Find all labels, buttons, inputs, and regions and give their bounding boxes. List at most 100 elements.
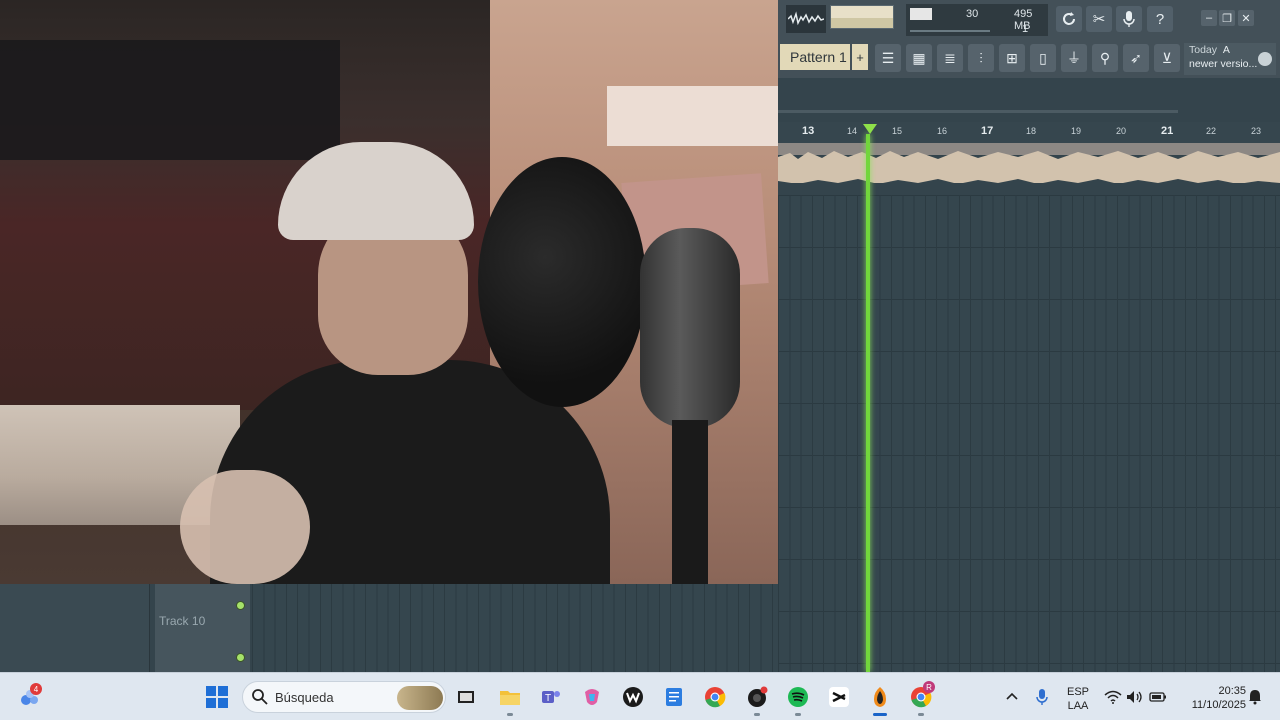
cpu-line [910,30,990,32]
timeline-ruler[interactable]: 13 14 15 16 17 18 19 20 21 22 23 [778,122,1280,144]
game-app-icon[interactable] [745,685,769,709]
battery-icon[interactable] [1146,685,1170,709]
ruler-tick: 14 [847,126,858,136]
search-placeholder: Búsqueda [275,690,334,705]
microphone-tray-icon[interactable] [1030,685,1054,709]
pattern-label: Pattern 1 [790,49,847,65]
track-lane[interactable] [252,584,778,672]
webcam-feed [0,0,778,584]
ruler-tick: 22 [1206,126,1217,136]
webcam-microphone [640,228,740,428]
notepad-icon[interactable] [662,685,686,709]
playlist-area[interactable]: 13 14 15 16 17 18 19 20 21 22 23 [778,78,1280,672]
mixer-icon[interactable]: ⫶ [968,44,994,72]
start-icon[interactable] [205,685,229,709]
ruler-tick: 16 [937,126,948,136]
globe-icon[interactable] [1258,52,1272,66]
webcam-person-hand [180,470,310,584]
memory-value: 495 MB [1014,8,1033,32]
cpu-memory-monitor: 30 495 MB 1 [906,4,1048,36]
master-volume[interactable] [830,5,894,29]
file-explorer-icon[interactable] [498,685,522,709]
screen: 30 495 MB 1 ✂ ? – ❐ ✕ Pattern 1 + ☰ ▦ ≣ … [0,0,1280,720]
chrome-profile-icon[interactable]: R [909,681,935,709]
ruler-tick: 17 [981,125,994,137]
spotify-icon[interactable] [786,685,810,709]
cpu-value: 30 [966,8,979,20]
notification-bell-icon[interactable] [1243,685,1267,709]
plugin-icon[interactable]: ⏚ [1061,44,1087,72]
file-icon[interactable]: ▯ [1030,44,1056,72]
ruler-tick: 18 [1026,126,1037,136]
track-picker-panel[interactable] [0,584,150,672]
browser-icon[interactable]: ⊞ [999,44,1025,72]
running-indicator [507,713,513,716]
fl-toolbar-row-1: 30 495 MB 1 ✂ ? – ❐ ✕ [778,0,1280,40]
refresh-icon[interactable] [1056,6,1082,32]
svg-text:T: T [545,693,551,704]
close-icon[interactable]: ✕ [1238,10,1254,26]
ruler-tick: 21 [1161,125,1174,137]
horizontal-scrollbar[interactable] [778,110,1178,113]
clock[interactable]: 20:35 11/10/2025 [1176,684,1246,712]
track-select-led[interactable] [236,653,245,662]
audio-clip-waveform[interactable] [778,151,1280,195]
track-strip: Track 10 [0,584,778,672]
language-top: ESP [1066,686,1089,698]
webcam-light [607,86,778,146]
profile-badge: R [923,681,935,693]
news-flag: A [1222,44,1230,56]
widgets-icon[interactable]: 4 [18,683,42,709]
search-box[interactable]: Búsqueda [242,681,446,713]
fl-studio-icon[interactable] [868,685,892,709]
task-view-icon[interactable] [454,685,478,709]
restore-icon[interactable]: ❐ [1219,10,1235,26]
active-app-indicator [873,713,887,716]
playhead-line[interactable] [866,134,870,672]
playlist-icon[interactable]: ☰ [875,44,901,72]
chevron-up-icon[interactable] [1000,685,1024,709]
piano-roll-icon[interactable]: ▦ [906,44,932,72]
language-indicator[interactable]: ESP LAA [1064,685,1092,713]
running-indicator [918,713,924,716]
track-label: Track 10 [159,614,206,628]
add-pattern-button[interactable]: + [852,44,868,70]
cut-icon[interactable]: ✂ [1086,6,1112,32]
language-bottom: LAA [1067,700,1089,712]
fl-toolbar: 30 495 MB 1 ✂ ? – ❐ ✕ Pattern 1 + ☰ ▦ ≣ … [778,0,1280,78]
minimize-icon[interactable]: – [1201,10,1217,26]
wavelab-icon[interactable] [621,685,645,709]
cart-icon[interactable]: ⊻ [1154,44,1180,72]
ruler-tick: 23 [1251,126,1262,136]
running-indicator [754,713,760,716]
clock-date: 11/10/2025 [1191,699,1246,711]
track-mute-led[interactable] [236,601,245,610]
channel-rack-icon[interactable]: ≣ [937,44,963,72]
track-header[interactable]: Track 10 [155,584,250,672]
running-indicator [795,713,801,716]
person-icon[interactable]: ⚲ [1092,44,1118,72]
search-icon [252,689,268,705]
chrome-icon[interactable] [703,685,727,709]
ruler-tick: 20 [1116,126,1127,136]
teams-icon[interactable]: T [539,685,563,709]
mic-icon[interactable] [1116,6,1142,32]
oscilloscope [786,5,826,33]
webcam-window [0,40,340,160]
wifi-icon[interactable] [1101,685,1125,709]
news-panel[interactable]: Today A newer versio... [1184,43,1276,75]
playhead-marker[interactable] [863,124,877,134]
widgets-badge: 4 [30,683,42,695]
webcam-mic-stand [672,420,708,584]
wing-icon[interactable]: ➶ [1123,44,1149,72]
copilot-icon[interactable] [580,685,604,709]
playlist-grid[interactable] [778,195,1280,672]
capcut-icon[interactable] [827,685,851,709]
cpu-bar [910,8,932,20]
help-icon[interactable]: ? [1147,6,1173,32]
pattern-selector[interactable]: Pattern 1 [780,44,850,70]
clock-time: 20:35 [1218,685,1246,697]
fl-toolbar-row-2: Pattern 1 + ☰ ▦ ≣ ⫶ ⊞ ▯ ⏚ ⚲ ➶ ⊻ Today A … [778,40,1280,78]
taskbar: 4 Búsqueda T R ESP LAA 20:35 11/10/2025 [0,672,1280,720]
volume-icon[interactable] [1123,685,1147,709]
